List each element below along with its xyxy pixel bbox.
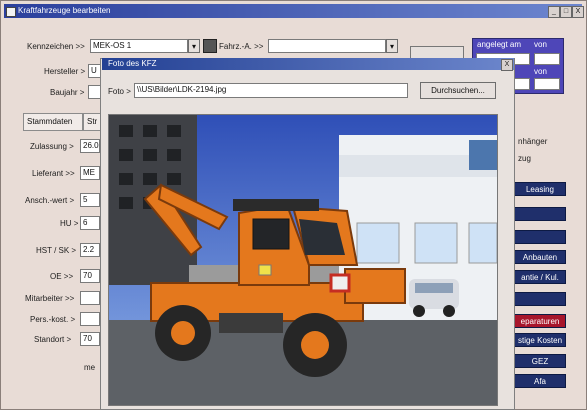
- photo-dialog-title-bar: Foto des KFZ: [102, 58, 514, 70]
- ansch-wert-input[interactable]: 5: [80, 193, 100, 207]
- window-title: Kraftfahrzeuge bearbeiten: [18, 6, 111, 15]
- baujahr-label: Baujahr >: [50, 88, 85, 97]
- zulassung-label: Zulassung >: [30, 142, 74, 151]
- vehicle-photo: [108, 114, 498, 406]
- me-text: me: [84, 363, 96, 372]
- blank-button-1[interactable]: [514, 207, 566, 221]
- hersteller-label: Hersteller >: [44, 67, 86, 76]
- von-label: von: [534, 40, 547, 49]
- angelegt-label: angelegt am: [477, 40, 522, 49]
- von-input[interactable]: [534, 53, 560, 65]
- standort-input[interactable]: 70: [80, 332, 100, 346]
- pers-kost-input[interactable]: [80, 312, 100, 326]
- oe-input[interactable]: 70: [80, 269, 100, 283]
- window-title-bar: Kraftfahrzeuge bearbeiten: [4, 4, 582, 18]
- pers-kost-label: Pers.-kost. >: [30, 315, 76, 324]
- zulassung-input[interactable]: 26.0: [80, 139, 100, 153]
- hu-label: HU >: [60, 219, 79, 228]
- hst-sk-label: HST / SK >: [36, 246, 77, 255]
- ansch-wert-label: Ansch.-wert >: [25, 196, 75, 205]
- maximize-button[interactable]: □: [560, 6, 572, 18]
- anbauten-button[interactable]: Anbauten: [514, 250, 566, 264]
- fahrzeug-art-input[interactable]: [268, 39, 386, 53]
- app-icon: [6, 7, 16, 17]
- lieferant-input[interactable]: ME: [80, 166, 100, 180]
- photo-dialog-close-button[interactable]: X: [501, 59, 513, 71]
- fahrzeug-art-label: Fahrz.-A. >>: [219, 42, 264, 51]
- von2-input[interactable]: [534, 78, 560, 90]
- hst-sk-input[interactable]: 2.2: [80, 243, 100, 257]
- garantie-button[interactable]: antie / Kul.: [514, 270, 566, 284]
- kennzeichen-dropdown-button[interactable]: ▾: [188, 39, 200, 53]
- reparaturen-button[interactable]: eparaturen: [514, 314, 566, 328]
- foto-label: Foto >: [108, 87, 131, 96]
- tab-stammdaten[interactable]: Stammdaten: [23, 113, 83, 131]
- anhaenger-label: nhänger: [518, 137, 548, 146]
- kennzeichen-label: Kennzeichen >>: [27, 42, 85, 51]
- mitarbeiter-label: Mitarbeiter >>: [25, 294, 75, 303]
- afa-button[interactable]: Afa: [514, 374, 566, 388]
- oe-label: OE >>: [50, 272, 74, 281]
- leasing-button[interactable]: Leasing: [514, 182, 566, 196]
- foto-path-input[interactable]: \\US\Bilder\LDK-2194.jpg: [134, 83, 408, 98]
- zug-label: zug: [518, 154, 531, 163]
- tab-second[interactable]: Str: [83, 113, 101, 131]
- von2-label: von: [534, 67, 547, 76]
- photo-dialog-title: Foto des KFZ: [108, 59, 157, 68]
- durchsuchen-button[interactable]: Durchsuchen...: [420, 82, 496, 99]
- camera-icon[interactable]: [203, 39, 217, 53]
- vehicle-photo-image: [109, 115, 497, 405]
- fahrzeug-art-dropdown-button[interactable]: ▾: [386, 39, 398, 53]
- gez-button[interactable]: GEZ: [514, 354, 566, 368]
- minimize-button[interactable]: _: [548, 6, 560, 18]
- lieferant-label: Lieferant >>: [32, 169, 75, 178]
- blank-button-2[interactable]: [514, 230, 566, 244]
- close-button[interactable]: X: [572, 6, 584, 18]
- kennzeichen-input[interactable]: MEK-OS 1: [90, 39, 188, 53]
- sonstige-kosten-button[interactable]: stige Kosten: [514, 333, 566, 347]
- mitarbeiter-input[interactable]: [80, 291, 100, 305]
- blank-button-3[interactable]: [514, 292, 566, 306]
- hu-input[interactable]: 6: [80, 216, 100, 230]
- standort-label: Standort >: [34, 335, 72, 344]
